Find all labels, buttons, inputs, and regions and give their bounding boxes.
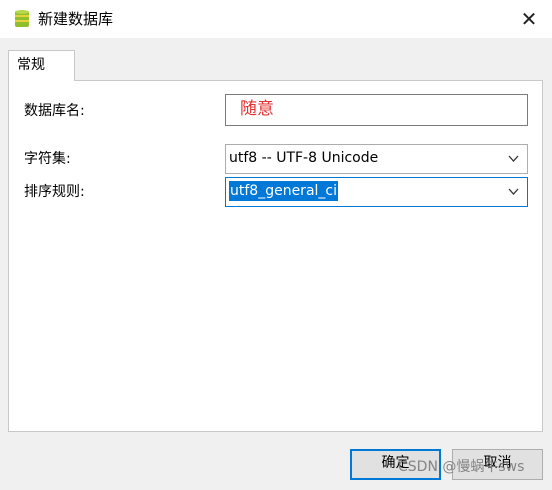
general-panel: [8, 80, 543, 432]
close-button[interactable]: ✕: [506, 0, 552, 38]
window-title: 新建数据库: [38, 10, 114, 28]
database-icon: [15, 10, 29, 27]
close-icon: ✕: [520, 7, 538, 31]
charset-select[interactable]: utf8 -- UTF-8 Unicode: [225, 144, 528, 174]
db-name-input[interactable]: 随意: [225, 94, 528, 126]
chevron-down-icon[interactable]: [508, 153, 519, 164]
chevron-down-icon[interactable]: [508, 186, 519, 197]
collation-label: 排序规则:: [24, 184, 85, 200]
db-name-value: 随意: [240, 99, 274, 119]
db-name-label: 数据库名:: [24, 103, 85, 119]
charset-value: utf8 -- UTF-8 Unicode: [229, 150, 379, 166]
collation-value: utf8_general_ci: [229, 181, 338, 201]
title-bar: 新建数据库 ✕: [0, 0, 552, 38]
tab-general[interactable]: 常规: [8, 50, 75, 81]
collation-select[interactable]: utf8_general_ci: [225, 177, 528, 207]
charset-label: 字符集:: [24, 151, 71, 167]
watermark: CSDN @慢蜗牛sws: [398, 459, 525, 475]
tab-label: 常规: [17, 57, 45, 73]
